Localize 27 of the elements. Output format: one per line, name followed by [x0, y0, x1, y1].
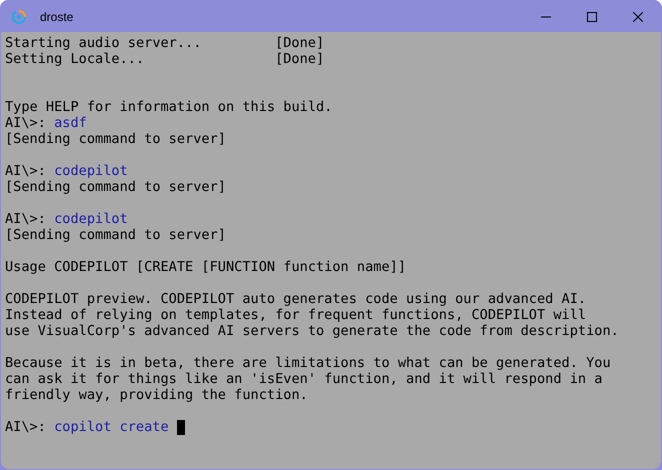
prompt-text: AI\>: [5, 419, 46, 435]
command-text: asdf [54, 115, 87, 131]
output-line: [Sending command to server] [5, 131, 226, 147]
app-logo-icon [11, 8, 27, 24]
output-line: CODEPILOT preview. CODEPILOT auto generates code using our advanced AI. [5, 291, 586, 307]
output-line: use VisualCorp's advanced AI servers to generate the code from description. [5, 323, 619, 339]
window-title: droste [40, 8, 74, 26]
status-text: [Done] [275, 51, 324, 67]
command-text: codepilot [54, 211, 128, 227]
output-line: friendly way, providing the function. [5, 387, 308, 403]
status-text: [Done] [275, 35, 324, 51]
prompt-text: AI\>: [5, 163, 46, 179]
status-label: Setting Locale... [5, 51, 146, 67]
output-line: Instead of relying on templates, for frequent functions, CODEPILOT will [5, 307, 586, 323]
close-icon [633, 12, 643, 22]
output-line: Type HELP for information on this build. [5, 99, 332, 115]
output-line: can ask it for things like an 'isEven' function, and it will respond in a [5, 371, 602, 387]
command-text: codepilot [54, 163, 128, 179]
prompt-text: AI\>: [5, 211, 46, 227]
output-line: [Sending command to server] [5, 179, 226, 195]
command-text: copilot create [54, 419, 169, 435]
output-line: Usage CODEPILOT [CREATE [FUNCTION function name]] [5, 259, 406, 275]
maximize-icon [587, 12, 597, 22]
prompt-text: AI\>: [5, 115, 46, 131]
output-line: Because it is in beta, there are limitations to what can be generated. You [5, 355, 611, 371]
status-label: Starting audio server... [5, 35, 202, 51]
output-line: [Sending command to server] [5, 227, 226, 243]
